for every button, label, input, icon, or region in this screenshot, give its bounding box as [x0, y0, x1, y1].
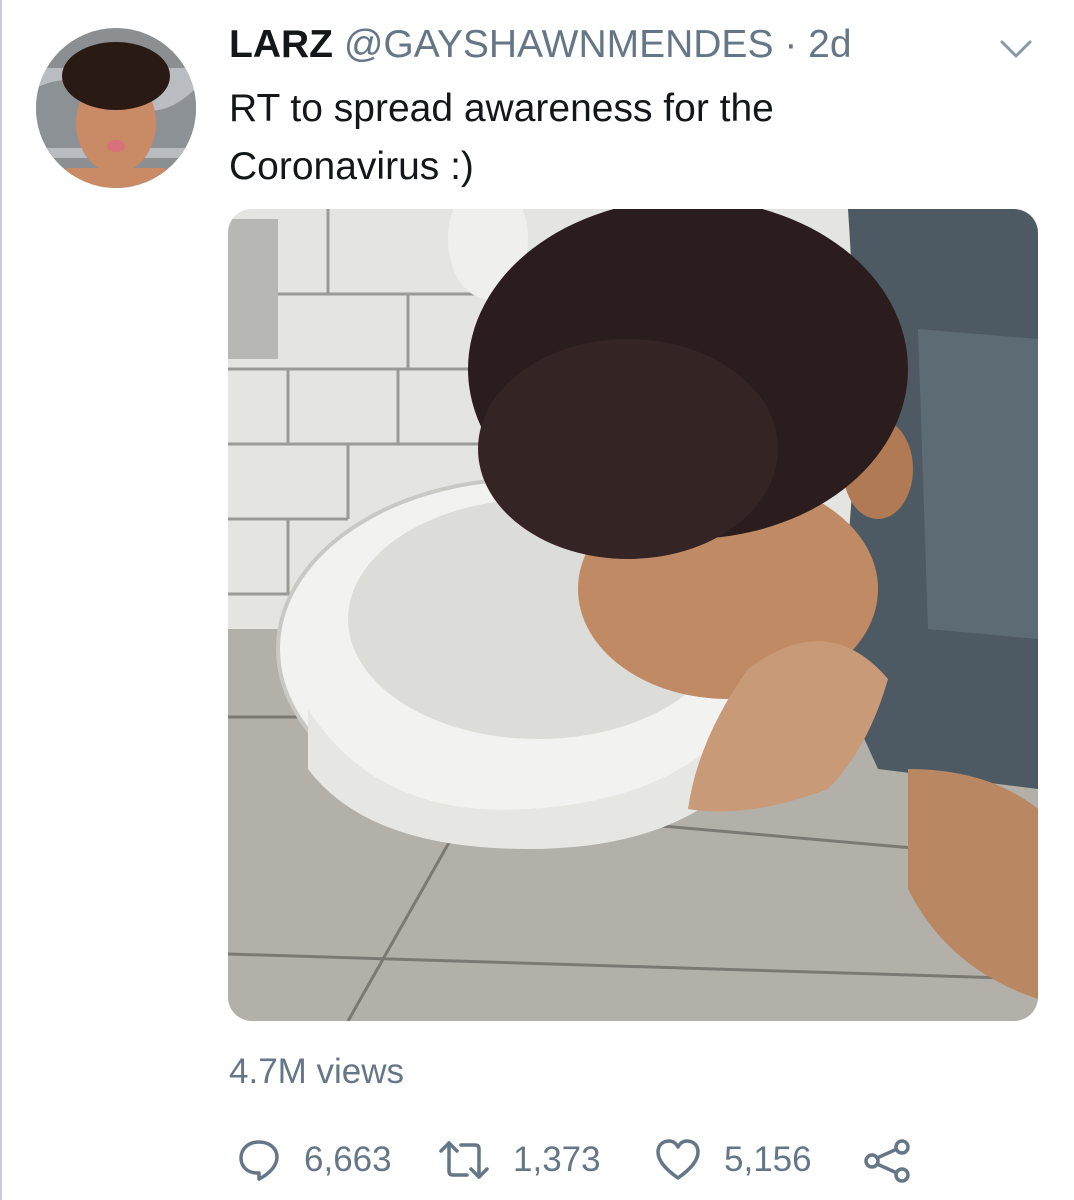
heart-icon: [654, 1137, 702, 1183]
tweet-text-line: Coronavirus :): [229, 145, 474, 188]
display-name[interactable]: LARZ: [229, 23, 333, 66]
share-icon: [862, 1137, 914, 1183]
tweet-text: RT to spread awareness for the Coronavir…: [229, 80, 989, 196]
tweet-video[interactable]: [228, 209, 1038, 1021]
like-button[interactable]: 5,156: [654, 1130, 812, 1190]
tweet-text-line: RT to spread awareness for the: [229, 87, 774, 130]
retweet-button[interactable]: 1,373: [437, 1130, 601, 1190]
avatar[interactable]: [36, 28, 196, 188]
reply-count: 6,663: [304, 1140, 392, 1179]
like-count: 5,156: [724, 1140, 812, 1179]
user-handle[interactable]: @GAYSHAWNMENDES: [344, 23, 774, 66]
reply-icon: [236, 1137, 282, 1183]
tweet-header: LARZ @GAYSHAWNMENDES · 2d: [229, 22, 852, 68]
retweet-count: 1,373: [513, 1140, 601, 1179]
chevron-down-icon[interactable]: [998, 34, 1034, 64]
tweet-timestamp[interactable]: 2d: [808, 23, 851, 66]
reply-button[interactable]: 6,663: [236, 1130, 392, 1190]
share-button[interactable]: [862, 1130, 914, 1190]
header-separator: ·: [784, 23, 798, 66]
view-count: 4.7M views: [229, 1052, 405, 1091]
retweet-icon: [437, 1137, 491, 1183]
left-divider: [0, 0, 2, 1200]
tweet-actions: 6,663 1,373 5,156: [0, 1130, 1074, 1190]
